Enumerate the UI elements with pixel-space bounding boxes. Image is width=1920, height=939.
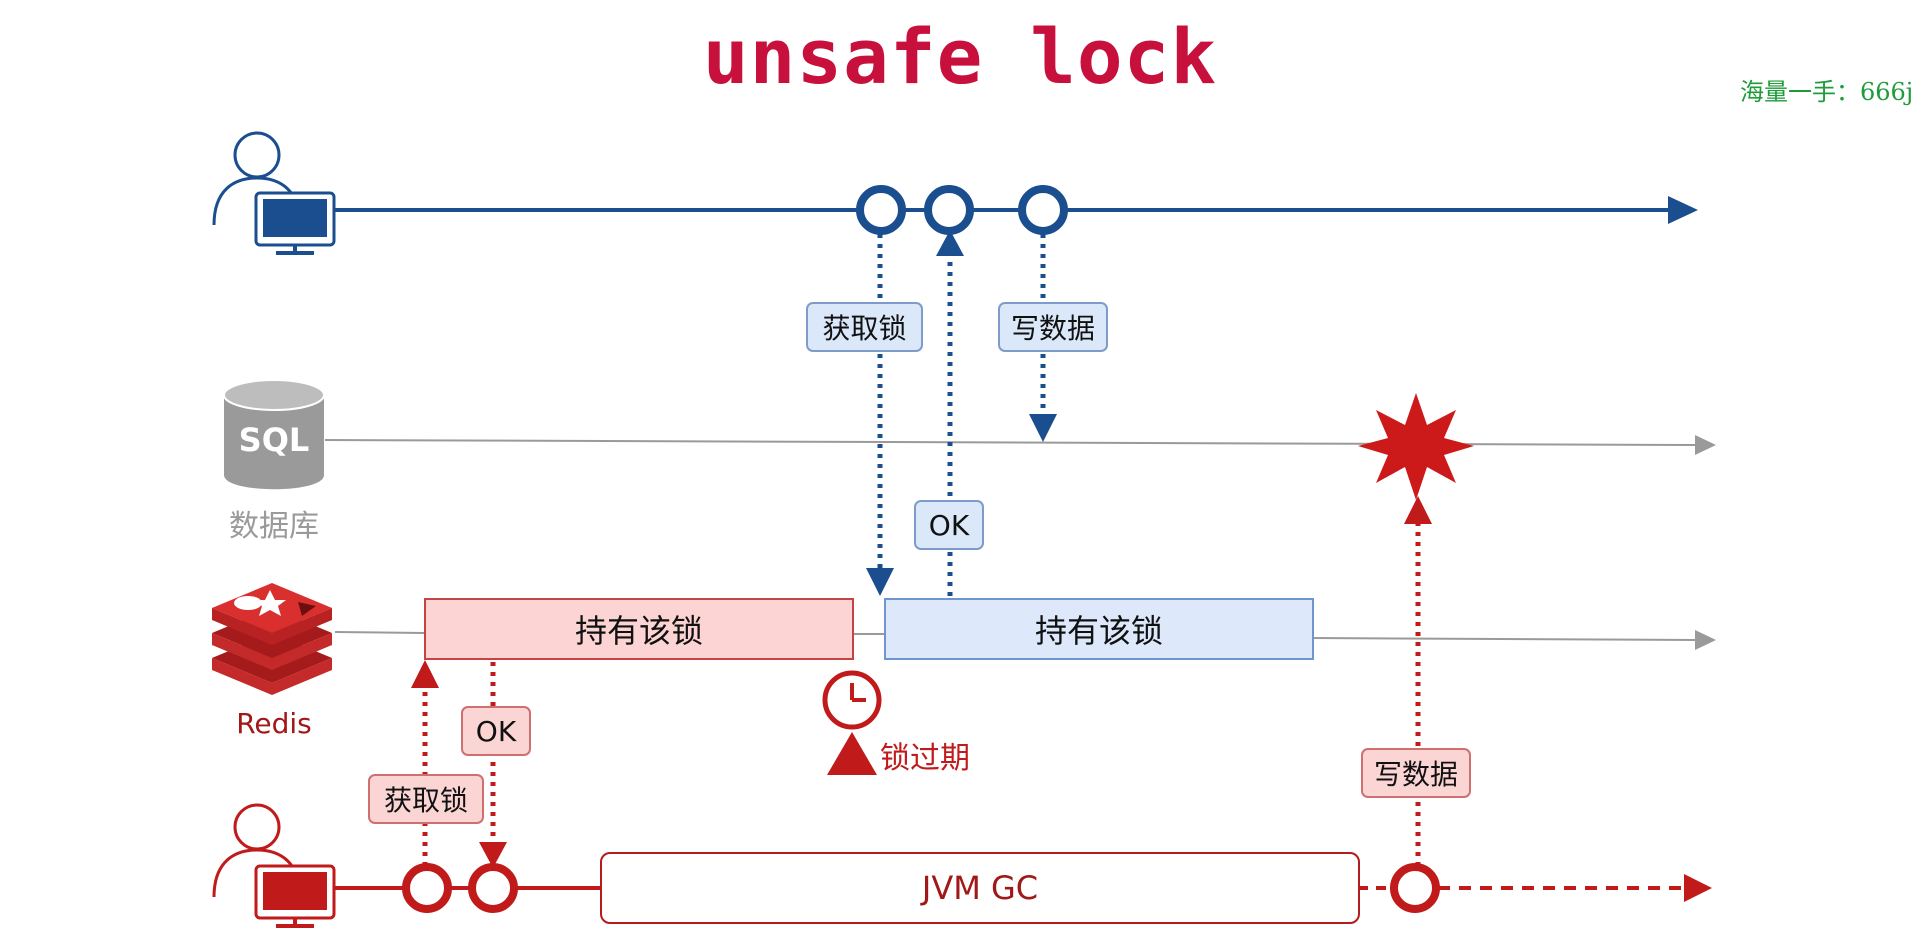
blue-write-arrowhead [1029,414,1057,442]
lock-expired-label: 锁过期 [880,741,970,776]
client-b-event-write [1390,863,1440,913]
red-ok-tag: OK [461,706,531,756]
timeline-graphics [212,131,1716,928]
blue-acquire-arrowhead [866,568,894,596]
red-acquire-tag: 获取锁 [368,774,484,824]
red-write-arrowhead [1404,496,1432,524]
conflict-burst-icon [1358,393,1474,500]
client-a-event-acquire [856,185,906,235]
blue-ok-tag: OK [914,500,984,550]
redis-logo-icon [212,583,332,695]
red-lock-hold-box: 持有该锁 [424,598,854,660]
redis-label: Redis [236,707,312,740]
jvm-gc-box: JVM GC [600,852,1360,924]
redis-timeline-arrowhead [1695,630,1716,650]
redis-timeline-right [1311,637,1696,641]
database-icon-text: SQL [238,421,310,459]
client-b-event-ok [468,863,518,913]
client-a-event-write [1018,185,1068,235]
client-b-user-icon [212,803,336,928]
redis-timeline-left [334,631,425,634]
blue-acquire-tag: 获取锁 [806,302,923,352]
client-b-timeline-arrowhead [1684,874,1712,902]
client-b-event-acquire [402,863,452,913]
database-timeline [324,439,1696,446]
diagram-canvas: unsafe lock 海量一手：666j SQL 数据库 Redis 持有该锁… [0,0,1920,939]
red-write-tag: 写数据 [1361,748,1471,798]
client-a-user-icon [212,131,336,255]
warning-triangle-icon [827,732,877,775]
blue-write-tag: 写数据 [998,302,1108,352]
database-timeline-arrowhead [1695,435,1716,455]
red-acquire-arrowhead [411,660,439,688]
database-label: 数据库 [229,509,319,544]
blue-lock-hold-box: 持有该锁 [884,598,1314,660]
client-a-timeline-arrowhead [1668,196,1698,224]
client-a-event-ok [924,185,974,235]
